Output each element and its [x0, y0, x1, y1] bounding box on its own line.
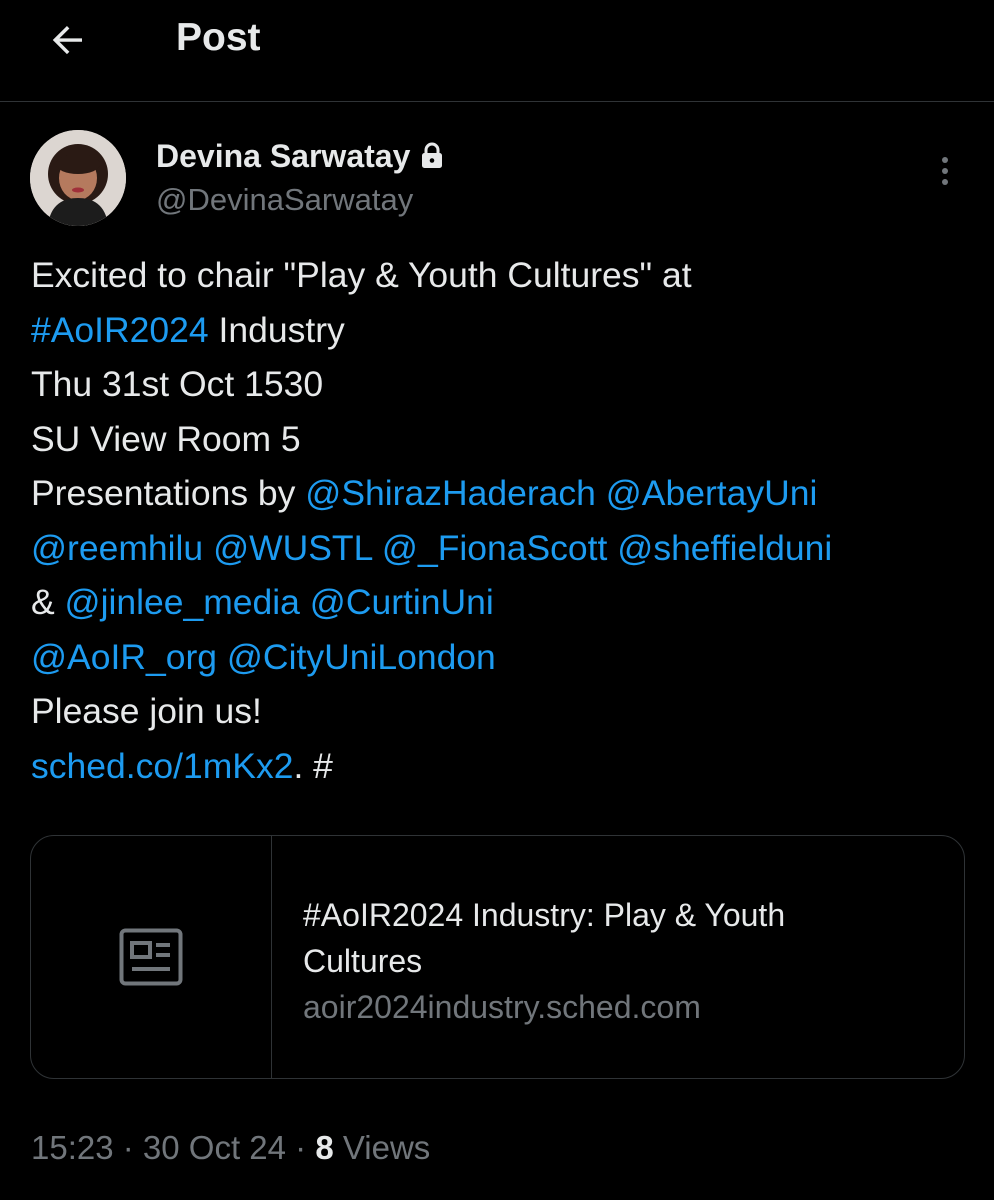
back-button[interactable]	[42, 14, 94, 66]
mention-link[interactable]: @AbertayUni	[606, 473, 818, 513]
tweet-line: & @jinlee_media @CurtinUni	[31, 575, 981, 630]
tweet-line: Excited to chair "Play & Youth Cultures"…	[31, 248, 981, 303]
hashtag-link[interactable]: #AoIR2024	[31, 310, 209, 350]
tweet-text-segment	[217, 637, 227, 677]
author-display-name: Devina Sarwatay	[156, 138, 411, 174]
views-label: Views	[333, 1129, 431, 1166]
tweet-text-segment: Industry	[208, 309, 345, 350]
more-dot	[942, 179, 948, 185]
tweet-line: Presentations by @ShirazHaderach @Aberta…	[31, 466, 981, 521]
card-domain: aoir2024industry.sched.com	[303, 989, 701, 1025]
tweet-text-segment	[596, 473, 606, 513]
news-article-icon	[119, 928, 183, 986]
tweet-line: Please join us!	[31, 684, 981, 739]
tweet-line: #AoIR2024 Industry	[31, 303, 981, 358]
tweet-text-segment	[372, 528, 382, 568]
tweet-text-segment: Please join us!	[31, 691, 262, 731]
tweet-text-segment: &	[31, 582, 65, 622]
mention-link[interactable]: @ShirazHaderach	[305, 473, 596, 513]
url-link[interactable]: sched.co/1mKx2	[31, 746, 293, 786]
meta-separator: ·	[286, 1129, 316, 1166]
link-card[interactable]: #AoIR2024 Industry: Play & Youth Culture…	[30, 835, 965, 1079]
more-dot	[942, 168, 948, 174]
tweet-text-segment	[607, 528, 617, 568]
tweet-text-segment: Thu 31st Oct 1530	[31, 364, 324, 404]
card-thumbnail	[31, 836, 272, 1078]
tweet-text-segment: . #	[293, 745, 333, 786]
tweet-text-segment: Excited to chair "Play & Youth Cultures"…	[31, 255, 692, 295]
mention-link[interactable]: @CityUniLondon	[227, 637, 496, 677]
tweet-line: @reemhilu @WUSTL @_FionaScott @sheffield…	[31, 521, 981, 576]
author-handle[interactable]: @DevinaSarwatay	[156, 180, 413, 220]
more-vertical-icon	[942, 157, 948, 163]
mention-link[interactable]: @sheffielduni	[617, 528, 832, 568]
mention-link[interactable]: @_FionaScott	[382, 528, 607, 568]
post-metadata: 15:23 · 30 Oct 24 · 8 Views	[31, 1126, 430, 1170]
avatar[interactable]	[30, 130, 126, 226]
mention-link[interactable]: @WUSTL	[213, 528, 372, 568]
avatar-image	[30, 130, 126, 226]
tweet-line: Thu 31st Oct 1530	[31, 357, 981, 412]
tweet-text-segment	[203, 528, 213, 568]
card-title: #AoIR2024 Industry: Play & Youth Culture…	[303, 897, 786, 979]
mention-link[interactable]: @reemhilu	[31, 528, 203, 568]
tweet-line: SU View Room 5	[31, 412, 981, 467]
mention-link[interactable]: @CurtinUni	[310, 582, 494, 622]
tweet-line: sched.co/1mKx2. #	[31, 739, 981, 794]
views-count: 8	[315, 1129, 334, 1166]
tweet-text-segment	[300, 582, 310, 622]
lock-icon	[422, 142, 443, 168]
tweet-line: @AoIR_org @CityUniLondon	[31, 630, 981, 685]
mention-link[interactable]: @AoIR_org	[31, 637, 217, 677]
top-bar: Post	[0, 0, 994, 102]
more-options-button[interactable]	[920, 150, 970, 192]
arrow-left-icon	[52, 26, 82, 55]
card-body: #AoIR2024 Industry: Play & Youth Culture…	[303, 892, 903, 1030]
post-date[interactable]: 30 Oct 24	[143, 1129, 286, 1166]
tweet-text-segment: Presentations by	[31, 473, 306, 513]
page-title: Post	[176, 16, 261, 59]
mention-link[interactable]: @jinlee_media	[65, 582, 300, 622]
meta-separator: ·	[113, 1129, 143, 1166]
post-time[interactable]: 15:23	[31, 1129, 114, 1166]
author-name[interactable]: Devina Sarwatay	[156, 136, 444, 176]
tweet-text-segment: SU View Room 5	[31, 418, 301, 459]
tweet-text: Excited to chair "Play & Youth Cultures"…	[31, 248, 981, 793]
